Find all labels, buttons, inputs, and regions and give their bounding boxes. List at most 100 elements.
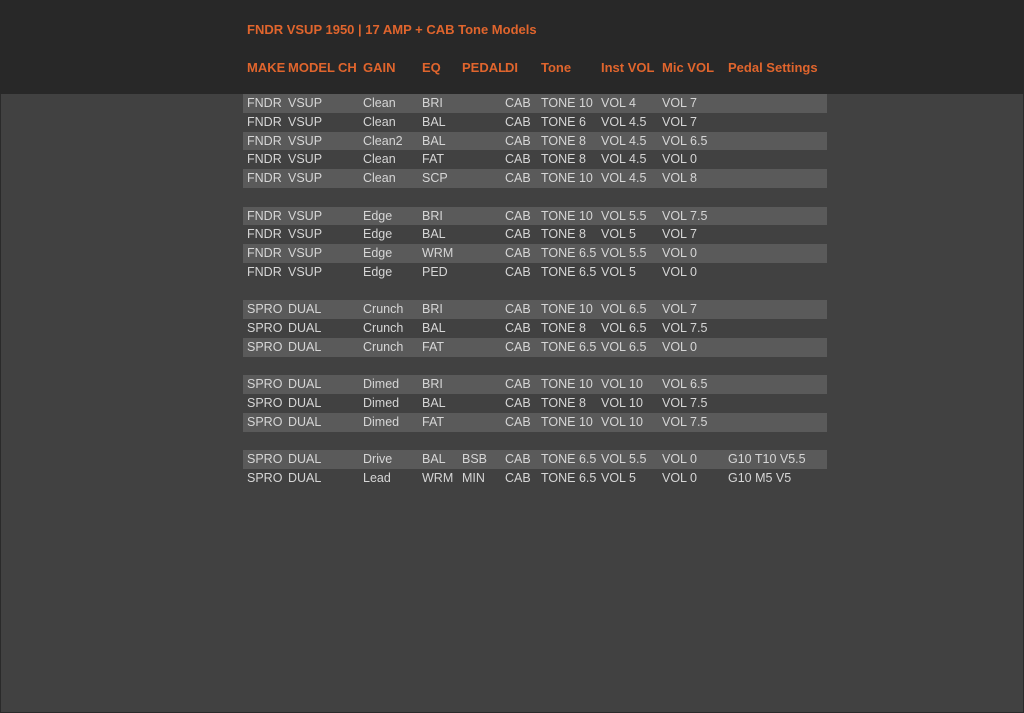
table-row: FNDR VSUP Edge BAL CAB TONE 8 VOL 5 VOL 7: [243, 225, 827, 244]
table-cell: Clean: [363, 96, 396, 110]
table-cell: VOL 7: [662, 114, 697, 129]
table-cell: TONE 10: [541, 208, 593, 223]
table-row: SPRO DUAL Lead WRM MIN CAB TONE 6.5 VOL 5 VOL 0 G…: [243, 469, 827, 488]
table-cell: CAB: [505, 339, 531, 354]
table-cell: VOL 0: [662, 471, 697, 485]
table-cell: VSUP: [288, 171, 323, 185]
table-cell: VOL 0: [662, 264, 697, 279]
table-cell: VOL 0: [662, 246, 697, 260]
table-cell: DUAL: [288, 471, 322, 485]
table-row: FNDR VSUP Clean BAL CAB TONE 6 VOL 4.5 VOL 7: [243, 113, 827, 132]
table-cell: WRM: [422, 471, 454, 485]
table-cell: Drive: [363, 452, 393, 467]
table-cell: G10 M5 V5: [728, 471, 792, 485]
table-cell: TONE 6.5: [541, 246, 597, 260]
table-cell: Lead: [363, 471, 391, 485]
table-cell: BRI: [422, 96, 443, 110]
table-row: SPRO DUAL Crunch FAT CAB TONE 6.5 VOL 6.5 VOL 0: [243, 337, 827, 357]
table-row: FNDR VSUP Clean2 BAL CAB TONE 8 VOL 4.5 VOL 6.5: [243, 131, 827, 151]
table-cell: VOL 10: [601, 414, 643, 429]
table-cell: Edge: [363, 227, 393, 242]
table-cell: Edge: [363, 264, 393, 279]
table-cell: Dimed: [363, 396, 400, 410]
header-band: FNDR VSUP 1950 | 17 AMP + CAB Tone Model…: [0, 0, 1024, 94]
table-row: SPRO DUAL Dimed FAT CAB TONE 10 VOL 10 VOL 7.5: [243, 412, 827, 432]
table-cell: CAB: [505, 302, 531, 317]
table-row: SPRO DUAL Crunch BAL CAB TONE 8 VOL 6.5 VOL 7.5: [243, 319, 827, 338]
table-row: SPRO DUAL Crunch BRI CAB TONE 10 VOL 6.5 VOL 7: [243, 300, 827, 319]
table-cell: SPRO: [247, 452, 283, 467]
page-title: FNDR VSUP 1950 | 17 AMP + CAB Tone Model…: [247, 22, 537, 37]
table-cell: Edge: [363, 246, 393, 260]
table-row: FNDR VSUP Clean SCP CAB TONE 10 VOL 4.5 VOL 8: [243, 169, 827, 188]
table-cell: BAL: [422, 114, 446, 129]
table-cell: BAL: [422, 396, 446, 410]
table-cell: VSUP: [288, 152, 323, 167]
table-cell: Crunch: [363, 302, 404, 317]
table-cell: TONE 8: [541, 152, 586, 167]
table-cell: VOL 5: [601, 227, 636, 242]
table-cell: PED: [422, 264, 448, 279]
table-row: [243, 282, 827, 301]
table-cell: VSUP: [288, 227, 323, 242]
table-cell: FNDR: [247, 208, 282, 223]
table-cell: TONE 6: [541, 114, 586, 129]
table-cell: VOL 7.5: [662, 321, 708, 335]
table-cell: Edge: [363, 208, 393, 223]
table-cell: DUAL: [288, 377, 322, 392]
table-cell: TONE 8: [541, 133, 586, 148]
table-cell: Dimed: [363, 377, 400, 392]
table-cell: FNDR: [247, 114, 282, 129]
table-cell: CAB: [505, 171, 531, 185]
table-cell: VOL 7: [662, 227, 697, 242]
table-cell: VOL 6.5: [662, 377, 708, 392]
table-cell: FNDR: [247, 133, 282, 148]
table-cell: VSUP: [288, 96, 323, 110]
table-cell: VOL 5.5: [601, 246, 647, 260]
table-cell: BRI: [422, 302, 443, 317]
column-header-di: DI: [505, 60, 518, 75]
table-row: FNDR VSUP Edge PED CAB TONE 6.5 VOL 5 VOL 0: [243, 263, 827, 282]
table-row: [243, 432, 827, 451]
table-cell: VOL 4: [601, 96, 636, 110]
table-cell: DUAL: [288, 414, 322, 429]
table-cell: Clean: [363, 152, 396, 167]
table-row: [243, 188, 827, 207]
table-cell: Crunch: [363, 321, 404, 335]
table-cell: VOL 4.5: [601, 133, 647, 148]
table-cell: VOL 5.5: [601, 452, 647, 467]
table-cell: BRI: [422, 208, 443, 223]
table-cell: VSUP: [288, 246, 323, 260]
table-cell: SPRO: [247, 414, 283, 429]
table-cell: VOL 5.5: [601, 208, 647, 223]
table-cell: TONE 8: [541, 396, 586, 410]
column-header-pedal: PEDAL: [462, 60, 507, 75]
table-cell: VOL 7.5: [662, 208, 708, 223]
table-row: SPRO DUAL Drive BAL BSB CAB TONE 6.5 VOL 5.5 VOL…: [243, 450, 827, 469]
table-cell: VOL 4.5: [601, 114, 647, 129]
column-header-model: MODEL: [288, 60, 335, 75]
column-header-make: MAKE: [247, 60, 286, 75]
table-cell: DUAL: [288, 321, 322, 335]
table-row: FNDR VSUP Edge BRI CAB TONE 10 VOL 5.5 VOL 7.5: [243, 206, 827, 226]
table-cell: FNDR: [247, 227, 282, 242]
table-cell: MIN: [462, 471, 485, 485]
table-cell: CAB: [505, 452, 531, 467]
table-cell: TONE 8: [541, 321, 586, 335]
table-cell: Clean2: [363, 133, 403, 148]
table-cell: DUAL: [288, 452, 322, 467]
table-cell: TONE 10: [541, 171, 593, 185]
table-cell: CAB: [505, 227, 531, 242]
tone-table: FNDR VSUP Clean BRI CAB TONE 10 VOL 4 VOL 7 FNDR…: [243, 94, 827, 488]
table-cell: BAL: [422, 452, 446, 467]
table-cell: VOL 7: [662, 302, 697, 317]
table-cell: VOL 6.5: [601, 339, 647, 354]
table-cell: CAB: [505, 471, 531, 485]
table-cell: FAT: [422, 414, 444, 429]
table-cell: TONE 6.5: [541, 471, 597, 485]
table-cell: SCP: [422, 171, 448, 185]
column-header-tone: Tone: [541, 60, 572, 75]
table-cell: VOL 0: [662, 152, 697, 167]
table-cell: FAT: [422, 339, 444, 354]
table-cell: BSB: [462, 452, 488, 467]
